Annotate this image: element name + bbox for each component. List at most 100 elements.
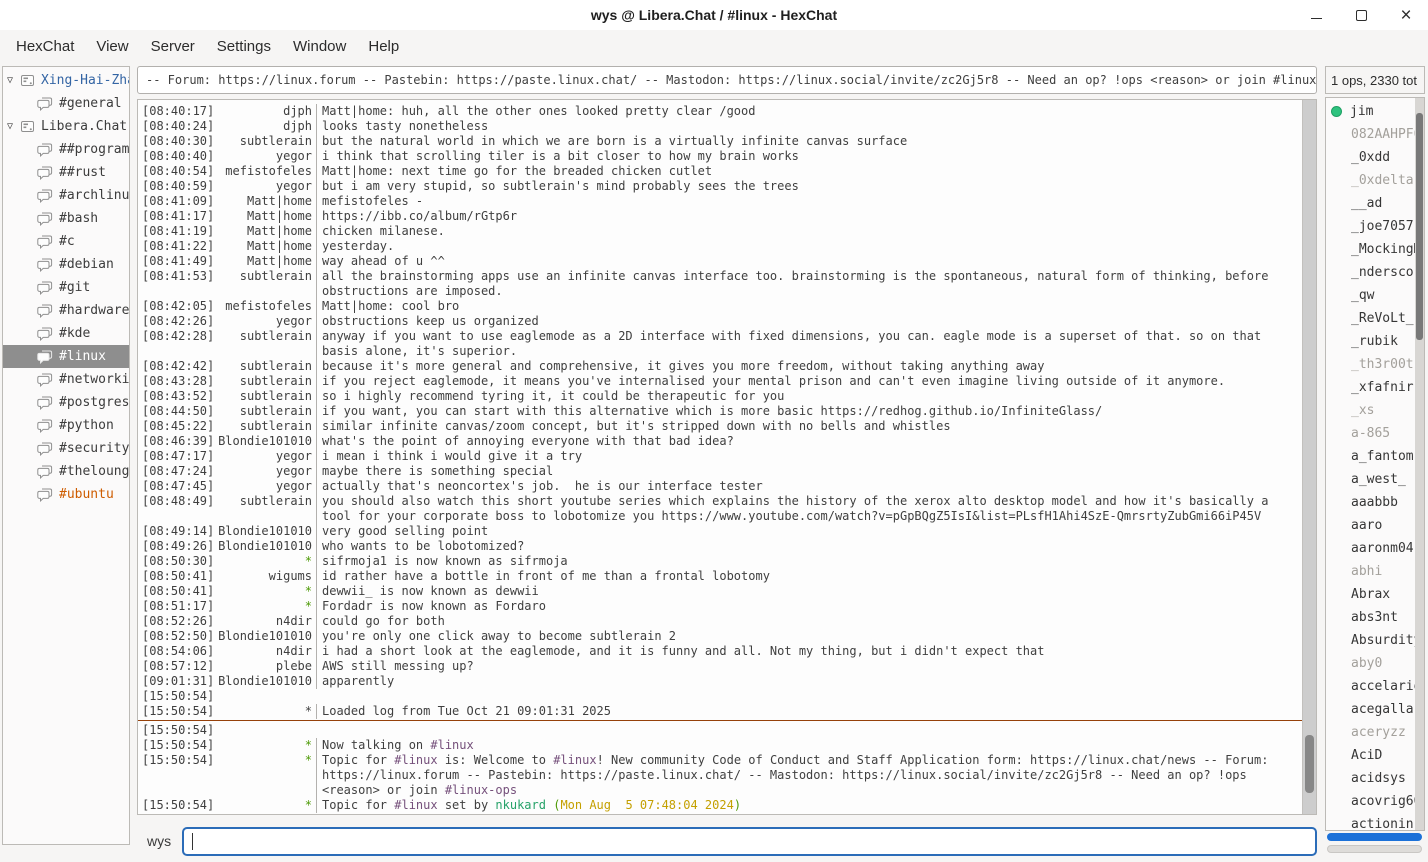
tree-item-programming[interactable]: ##programming xyxy=(3,138,129,161)
tree-item-c[interactable]: #c xyxy=(3,230,129,253)
tree-item-xing-hai-zhan[interactable]: ▽Xing-Hai-Zhan xyxy=(3,69,129,92)
user-nick: acidsys xyxy=(1351,771,1406,786)
chat-line: [08:50:30]*sifrmoja1 is now known as sif… xyxy=(138,554,1302,569)
userlist-item-abrax[interactable]: Abrax xyxy=(1326,583,1415,606)
chat-line: [08:41:09]Matt|homemefistofeles - xyxy=(138,194,1302,209)
tree-item-git[interactable]: #git xyxy=(3,276,129,299)
channel-icon xyxy=(37,212,53,226)
chat-line: [08:50:41]wigumsid rather have a bottle … xyxy=(138,569,1302,584)
userlist-item-a-fantom[interactable]: a_fantom xyxy=(1326,445,1415,468)
userlist-item-mockingm[interactable]: _MockingM xyxy=(1326,238,1415,261)
maximize-button[interactable] xyxy=(1349,3,1373,27)
menu-window[interactable]: Window xyxy=(282,33,357,60)
userlist-item-ad[interactable]: __ad xyxy=(1326,192,1415,215)
chat-line: [08:48:49]subtlerainyou should also watc… xyxy=(138,494,1302,524)
close-icon: × xyxy=(1400,6,1411,25)
userlist-item-aaro[interactable]: aaro xyxy=(1326,514,1415,537)
userlist-item-abhi[interactable]: abhi xyxy=(1326,560,1415,583)
userlist-item-aby0[interactable]: aby0 xyxy=(1326,652,1415,675)
userlist-item-actioninj[interactable]: actioninj xyxy=(1326,813,1415,830)
tree-item-thelounge[interactable]: #thelounge xyxy=(3,460,129,483)
menu-view[interactable]: View xyxy=(85,33,139,60)
userlist-item-xs[interactable]: _xs xyxy=(1326,399,1415,422)
userlist-item-a-west[interactable]: a_west_ xyxy=(1326,468,1415,491)
tree-item-hardware[interactable]: #hardware xyxy=(3,299,129,322)
chat-message: Matt|home: next time go for the breaded … xyxy=(316,164,1302,179)
userlist-item-abs3nt[interactable]: abs3nt xyxy=(1326,606,1415,629)
userlist-item-th3r00t[interactable]: _th3r00t xyxy=(1326,353,1415,376)
close-button[interactable]: × xyxy=(1394,3,1418,27)
tree-item-debian[interactable]: #debian xyxy=(3,253,129,276)
userlist-item-nderscor[interactable]: _nderscor xyxy=(1326,261,1415,284)
chat-line: [08:40:54]mefistofelesMatt|home: next ti… xyxy=(138,164,1302,179)
userlist-item-acegalla[interactable]: acegalla- xyxy=(1326,698,1415,721)
tree-item-python[interactable]: #python xyxy=(3,414,129,437)
userlist-item-aceryzz[interactable]: aceryzz xyxy=(1326,721,1415,744)
chat-message: https://ibb.co/album/rGtp6r xyxy=(316,209,1302,224)
tree-item-linux[interactable]: #linux xyxy=(3,345,129,368)
userlist-item-acidsys[interactable]: acidsys xyxy=(1326,767,1415,790)
tree-item-postgresql[interactable]: #postgresql xyxy=(3,391,129,414)
tree-item-libera-chat[interactable]: ▽Libera.Chat xyxy=(3,115,129,138)
chat-line: [08:40:40]yegori think that scrolling ti… xyxy=(138,149,1302,164)
minimize-button[interactable] xyxy=(1304,3,1328,27)
user-nick: a_west_ xyxy=(1351,472,1406,487)
menu-hexchat[interactable]: HexChat xyxy=(5,33,85,60)
userlist-item-accelario[interactable]: accelario xyxy=(1326,675,1415,698)
userlist-item-aaronm04[interactable]: aaronm04 xyxy=(1326,537,1415,560)
menu-help[interactable]: Help xyxy=(357,33,410,60)
topic-input[interactable]: -- Forum: https://linux.forum -- Pastebi… xyxy=(137,66,1317,94)
channel-icon xyxy=(37,442,53,456)
chat-nick: n4dir xyxy=(216,644,316,659)
chat-scrollbar[interactable] xyxy=(1302,100,1316,814)
userlist-item-acid[interactable]: AciD xyxy=(1326,744,1415,767)
userlist-item-joe7057[interactable]: _joe7057 xyxy=(1326,215,1415,238)
tree-item-security[interactable]: #security xyxy=(3,437,129,460)
channel-icon xyxy=(37,235,53,249)
chat-line: [08:41:19]Matt|homechicken milanese. xyxy=(138,224,1302,239)
channel-icon xyxy=(37,465,53,479)
chat-message: dewwii_ is now known as dewwii xyxy=(316,584,1302,599)
menubar: HexChatViewServerSettingsWindowHelp xyxy=(0,30,1428,62)
chat-scrollbar-thumb[interactable] xyxy=(1305,735,1314,792)
tree-item-networking[interactable]: #networking xyxy=(3,368,129,391)
chat-nick: subtlerain xyxy=(216,389,316,404)
userlist-item-0xdelta[interactable]: _0xdelta xyxy=(1326,169,1415,192)
userlist-item-rubik[interactable]: _rubik xyxy=(1326,330,1415,353)
tree-item-general[interactable]: #general xyxy=(3,92,129,115)
expander-icon[interactable]: ▽ xyxy=(7,75,20,86)
userlist-item-absurdity[interactable]: Absurdity xyxy=(1326,629,1415,652)
tree-item-label: #debian xyxy=(59,257,114,272)
userlist-item-082aahpf6[interactable]: 082AAHPF6 xyxy=(1326,123,1415,146)
chat-timestamp: [08:47:17] xyxy=(138,449,216,464)
tree-item-kde[interactable]: #kde xyxy=(3,322,129,345)
userlist-item-revolt[interactable]: _ReVoLt_ xyxy=(1326,307,1415,330)
chat-nick: djph xyxy=(216,119,316,134)
chat-timestamp: [08:42:26] xyxy=(138,314,216,329)
expander-icon[interactable]: ▽ xyxy=(7,121,20,132)
chat-message: you should also watch this short youtube… xyxy=(316,494,1302,524)
tree-item-bash[interactable]: #bash xyxy=(3,207,129,230)
titlebar[interactable]: wys @ Libera.Chat / #linux - HexChat × xyxy=(0,0,1428,30)
tree-item-archlinux[interactable]: #archlinux xyxy=(3,184,129,207)
userlist-scrollbar[interactable] xyxy=(1415,98,1424,830)
userlist-item-acovrig60[interactable]: acovrig60 xyxy=(1326,790,1415,813)
chat-nick: Matt|home xyxy=(216,194,316,209)
userlist-item-jim[interactable]: jim xyxy=(1326,100,1415,123)
tree-item-rust[interactable]: ##rust xyxy=(3,161,129,184)
tree-item-label: #archlinux xyxy=(59,188,129,203)
userlist-item-qw[interactable]: _qw xyxy=(1326,284,1415,307)
menu-server[interactable]: Server xyxy=(140,33,206,60)
userlist-hscrollbar[interactable] xyxy=(1327,833,1422,841)
chat-timestamp: [08:45:22] xyxy=(138,419,216,434)
userlist-item-0xdd[interactable]: _0xdd xyxy=(1326,146,1415,169)
menu-settings[interactable]: Settings xyxy=(206,33,282,60)
userlist-item-a-865[interactable]: a-865 xyxy=(1326,422,1415,445)
userlist-item-aaabbb[interactable]: aaabbb xyxy=(1326,491,1415,514)
userlist-item-xfafnir[interactable]: _xfafnir xyxy=(1326,376,1415,399)
chat-message: id rather have a bottle in front of me t… xyxy=(316,569,1302,584)
userlist-scrollbar-thumb[interactable] xyxy=(1416,113,1423,340)
channel-icon xyxy=(37,281,53,295)
tree-item-ubuntu[interactable]: #ubuntu xyxy=(3,483,129,506)
message-input[interactable] xyxy=(182,827,1317,856)
